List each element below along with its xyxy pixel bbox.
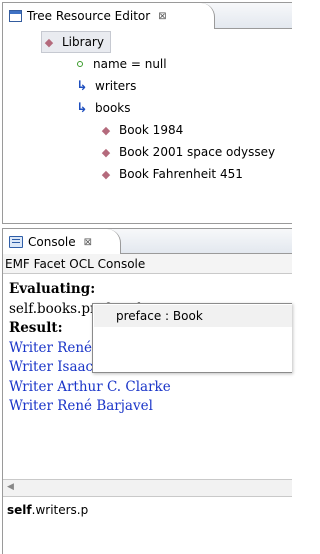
- result-line: Writer Arthur C. Clarke: [9, 378, 171, 395]
- tree-editor-tabbar: Tree Resource Editor ⊠: [3, 3, 292, 29]
- close-icon[interactable]: ⊠: [84, 237, 92, 248]
- console-icon: [9, 236, 23, 248]
- console-tab-title: Console: [28, 235, 76, 249]
- console-title: EMF Facet OCL Console: [3, 254, 292, 274]
- tree-node-writers[interactable]: ↳ writers: [75, 75, 137, 97]
- tab-tree-resource-editor[interactable]: Tree Resource Editor ⊠: [3, 3, 215, 29]
- tree-node-label: Book Fahrenheit 451: [119, 167, 243, 181]
- input-keyword: self: [7, 503, 32, 517]
- console-tabbar: Console ⊠: [3, 228, 292, 255]
- class-diamond-icon: ◆: [101, 167, 111, 181]
- tree-node-label: name = null: [93, 57, 167, 71]
- ocl-input-field[interactable]: self.writers.p: [3, 497, 292, 554]
- tree-node-label: Book 1984: [119, 123, 184, 137]
- attribute-icon: [77, 61, 83, 67]
- ocl-input-text[interactable]: self.writers.p: [7, 503, 88, 517]
- reference-icon: ↳: [76, 78, 88, 94]
- scroll-left-icon[interactable]: ◀: [7, 482, 14, 492]
- result-line: Writer René Barjavel: [9, 398, 153, 414]
- console-panel: Console ⊠ EMF Facet OCL Console Evaluati…: [2, 228, 292, 554]
- tree-node-name-attribute[interactable]: name = null: [73, 53, 167, 75]
- tree-node-label: books: [95, 101, 131, 115]
- close-icon[interactable]: ⊠: [158, 11, 166, 22]
- editor-window-icon: [9, 10, 22, 22]
- tree-node-label: Book 2001 space odyssey: [119, 145, 276, 159]
- class-diamond-icon: ◆: [101, 123, 111, 137]
- input-rest: .writers.p: [31, 503, 89, 517]
- tree-node-book-1984[interactable]: ◆ Book 1984: [99, 119, 183, 141]
- tree-editor-tab-title: Tree Resource Editor: [27, 9, 151, 23]
- tree-resource-editor-panel: Tree Resource Editor ⊠ ◆ Library name = …: [2, 2, 292, 224]
- class-diamond-icon: ◆: [101, 145, 111, 159]
- resource-tree: ◆ Library name = null ↳ writers ↳ books …: [3, 29, 292, 223]
- reference-icon: ↳: [76, 100, 88, 116]
- horizontal-scrollbar[interactable]: ◀: [3, 480, 292, 497]
- tree-node-library[interactable]: ◆ Library: [41, 31, 111, 53]
- tree-node-label: writers: [95, 79, 137, 93]
- tree-node-label: Library: [62, 35, 104, 49]
- content-assist-popup: preface : Book: [92, 303, 292, 373]
- tab-console[interactable]: Console ⊠: [3, 229, 121, 255]
- tree-node-books[interactable]: ↳ books: [75, 97, 131, 119]
- completion-item[interactable]: preface : Book: [94, 305, 292, 327]
- output-evaluating-label: Evaluating:: [9, 281, 96, 297]
- tree-node-book-fahrenheit[interactable]: ◆ Book Fahrenheit 451: [99, 163, 243, 185]
- tree-node-book-2001[interactable]: ◆ Book 2001 space odyssey: [99, 141, 275, 163]
- class-diamond-icon: ◆: [44, 35, 54, 49]
